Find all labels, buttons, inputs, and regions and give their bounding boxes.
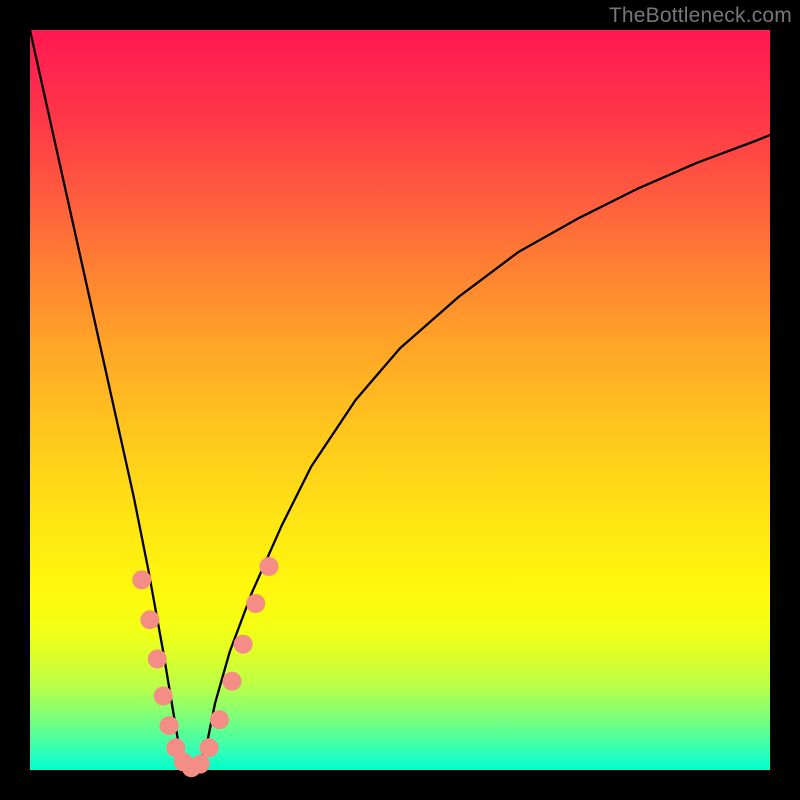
marker-dot (223, 672, 242, 691)
marker-dot (148, 650, 167, 669)
watermark-text: TheBottleneck.com (609, 4, 792, 28)
curve-line (30, 30, 770, 770)
marker-dot (260, 557, 279, 576)
chart-frame: TheBottleneck.com (0, 0, 800, 800)
chart-svg (30, 30, 770, 770)
marker-dot (140, 610, 159, 629)
marker-dot (200, 738, 219, 757)
marker-dot (160, 716, 179, 735)
marker-dot (210, 710, 229, 729)
marker-dot (154, 687, 173, 706)
marker-dot (234, 635, 253, 654)
marker-dot (191, 755, 210, 774)
marker-dot (132, 570, 151, 589)
marker-dot (246, 594, 265, 613)
plot-area (30, 30, 770, 770)
